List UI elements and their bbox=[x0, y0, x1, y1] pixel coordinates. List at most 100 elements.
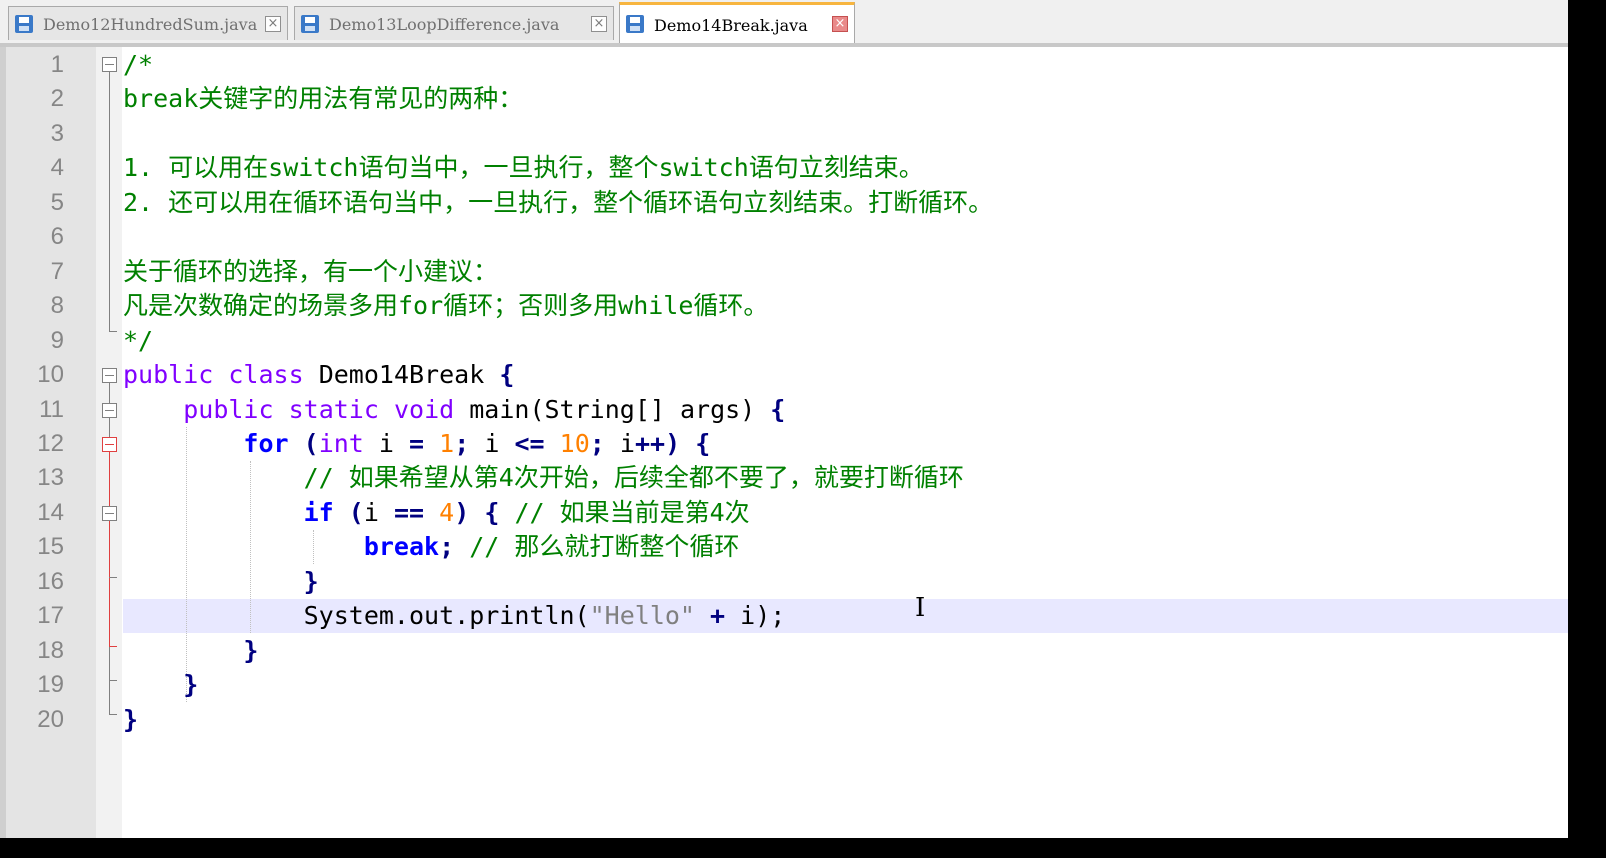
tab-bar: Demo12HundredSum.java × Demo13LoopDiffer… bbox=[0, 0, 1568, 44]
line-number: 4 bbox=[50, 154, 64, 181]
tab-label: Demo12HundredSum.java bbox=[43, 15, 258, 34]
token-brace: { bbox=[770, 395, 786, 424]
token-identifier: i bbox=[484, 429, 500, 458]
code-line-18: } bbox=[123, 634, 258, 668]
line-number: 20 bbox=[37, 706, 64, 733]
code-line-12: for (int i = 1; i <= 10; i++) { bbox=[123, 427, 710, 461]
fold-minus-icon[interactable] bbox=[102, 368, 117, 383]
line-number: 19 bbox=[37, 671, 64, 698]
token-semicolon: ; bbox=[439, 532, 455, 561]
line-number: 8 bbox=[50, 292, 64, 319]
code-line-14: if (i == 4) { // 如果当前是第4次 bbox=[123, 496, 750, 530]
code-line-11: public static void main(String[] args) { bbox=[123, 393, 785, 427]
token-identifier: i bbox=[378, 429, 394, 458]
line-number: 15 bbox=[37, 533, 64, 560]
token-keyword: class bbox=[228, 360, 304, 389]
token-brace: } bbox=[183, 670, 199, 699]
fold-minus-icon[interactable] bbox=[102, 57, 117, 72]
token-call-end: i); bbox=[740, 601, 786, 630]
token-brace: { bbox=[499, 360, 515, 389]
code-line-1: /* bbox=[123, 50, 154, 79]
token-keyword: for bbox=[243, 429, 289, 458]
token-comment: // 如果当前是第4次 bbox=[514, 498, 750, 527]
token-class-name: Demo14Break bbox=[318, 360, 485, 389]
token-keyword: public bbox=[183, 395, 274, 424]
token-paren: ( bbox=[303, 429, 319, 458]
token-brace: { bbox=[695, 429, 711, 458]
fold-end-tick bbox=[109, 714, 117, 715]
line-number: 16 bbox=[37, 568, 64, 595]
save-disk-icon bbox=[301, 15, 319, 33]
fold-minus-icon[interactable] bbox=[102, 506, 117, 521]
line-number: 1 bbox=[50, 51, 64, 78]
fold-end-tick bbox=[109, 646, 117, 647]
tab-demo13[interactable]: Demo13LoopDifference.java × bbox=[294, 6, 614, 40]
token-paren: ) bbox=[665, 429, 681, 458]
code-line-9: */ bbox=[123, 326, 154, 355]
token-operator: ++ bbox=[634, 429, 666, 458]
token-keyword: public bbox=[123, 360, 214, 389]
line-number: 7 bbox=[50, 258, 64, 285]
token-paren: ( bbox=[348, 498, 364, 527]
token-comment: // 那么就打断整个循环 bbox=[469, 532, 740, 561]
tab-label: Demo14Break.java bbox=[654, 16, 808, 35]
close-icon[interactable]: × bbox=[832, 16, 848, 32]
token-number: 10 bbox=[559, 429, 590, 458]
text-cursor-icon: I bbox=[915, 593, 926, 623]
code-line-15: break; // 那么就打断整个循环 bbox=[123, 530, 740, 564]
token-operator: <= bbox=[514, 429, 545, 458]
token-brace: } bbox=[243, 636, 259, 665]
save-disk-icon bbox=[626, 15, 644, 33]
code-line-19: } bbox=[123, 668, 198, 702]
line-number: 2 bbox=[50, 85, 64, 112]
fold-line bbox=[109, 72, 110, 331]
line-number: 9 bbox=[50, 327, 64, 354]
save-disk-icon bbox=[15, 15, 33, 33]
code-line-16: } bbox=[123, 565, 319, 599]
code-editor[interactable]: 1 2 3 4 5 6 7 8 9 10 11 12 13 14 15 16 1… bbox=[0, 47, 1568, 838]
line-number: 6 bbox=[50, 223, 64, 250]
code-line-7: 关于循环的选择，有一个小建议： bbox=[123, 257, 499, 286]
token-comment: // 如果希望从第4次开始，后续全都不要了，就要打断循环 bbox=[303, 463, 964, 492]
fold-end-tick bbox=[109, 680, 117, 681]
fold-end-tick bbox=[109, 577, 117, 578]
token-brace: } bbox=[303, 567, 319, 596]
token-number: 4 bbox=[439, 498, 455, 527]
fold-line bbox=[109, 452, 110, 646]
close-icon[interactable]: × bbox=[265, 16, 281, 32]
token-brace: } bbox=[123, 705, 139, 734]
token-number: 1 bbox=[439, 429, 455, 458]
code-line-17: System.out.println("Hello" + i); bbox=[123, 599, 786, 633]
token-identifier: i bbox=[619, 429, 635, 458]
token-keyword: break bbox=[363, 532, 440, 561]
fold-minus-icon[interactable] bbox=[102, 437, 117, 452]
token-paren: ) bbox=[454, 498, 470, 527]
token-operator: + bbox=[710, 601, 726, 630]
code-line-13: // 如果希望从第4次开始，后续全都不要了，就要打断循环 bbox=[123, 461, 964, 495]
token-keyword: static bbox=[288, 395, 379, 424]
token-method: main(String[] args) bbox=[469, 395, 756, 424]
code-line-5: 2. 还可以用在循环语句当中，一旦执行，整个循环语句立刻结束。打断循环。 bbox=[123, 188, 994, 217]
fold-end-tick bbox=[109, 331, 117, 332]
code-line-2: break关键字的用法有常见的两种： bbox=[123, 84, 524, 113]
token-identifier: i bbox=[363, 498, 379, 527]
token-call: System.out.println( bbox=[303, 601, 590, 630]
token-semicolon: ; bbox=[589, 429, 605, 458]
tab-demo12[interactable]: Demo12HundredSum.java × bbox=[8, 6, 288, 40]
line-number: 14 bbox=[37, 499, 64, 526]
code-line-20: } bbox=[123, 703, 138, 737]
tab-demo14-active[interactable]: Demo14Break.java × bbox=[619, 2, 855, 44]
token-keyword: if bbox=[303, 498, 334, 527]
token-string: "Hello" bbox=[589, 601, 695, 630]
code-line-4: 1. 可以用在switch语句当中，一旦执行，整个switch语句立刻结束。 bbox=[123, 153, 924, 182]
code-line-10: public class Demo14Break { bbox=[123, 358, 514, 392]
close-icon[interactable]: × bbox=[591, 16, 607, 32]
line-number: 10 bbox=[37, 361, 64, 388]
tab-label: Demo13LoopDifference.java bbox=[329, 15, 560, 34]
line-number: 11 bbox=[39, 396, 64, 423]
token-semicolon: ; bbox=[454, 429, 470, 458]
token-keyword: void bbox=[393, 395, 455, 424]
line-number: 3 bbox=[50, 120, 64, 147]
fold-minus-icon[interactable] bbox=[102, 403, 117, 418]
line-number: 13 bbox=[37, 464, 64, 491]
